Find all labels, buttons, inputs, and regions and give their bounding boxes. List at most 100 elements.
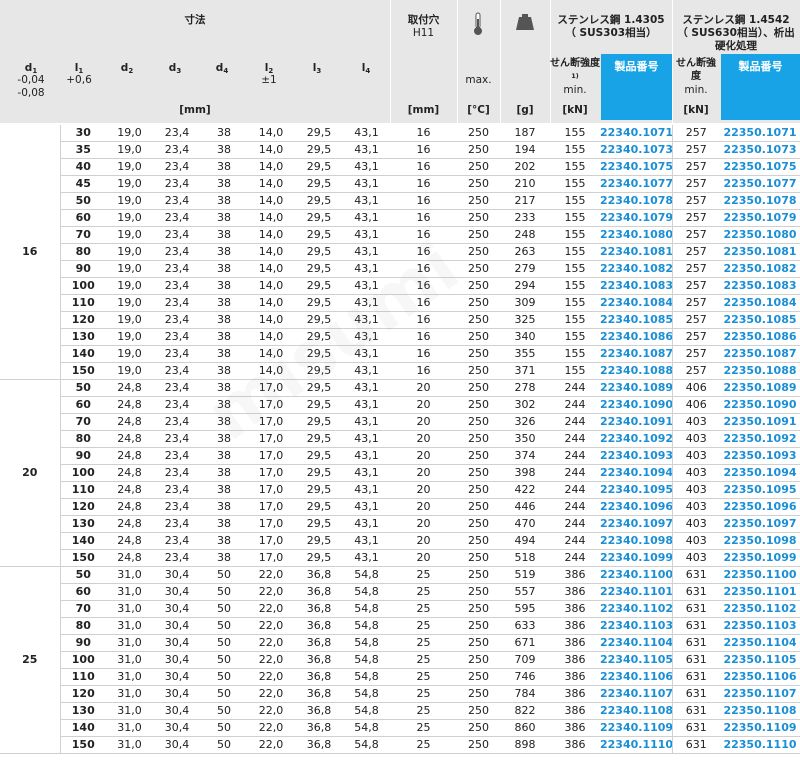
cell-hole: 20 <box>390 379 457 397</box>
cell-weight: 263 <box>500 243 550 261</box>
cell-l1: 45 <box>60 175 106 193</box>
cell-shear-1: 244 <box>550 396 600 414</box>
cell-d4: 38 <box>201 413 247 431</box>
cell-l2: 14,0 <box>247 311 295 329</box>
cell-shear-1: 155 <box>550 209 600 227</box>
cell-d2: 19,0 <box>106 311 153 329</box>
cell-l1: 60 <box>60 209 106 227</box>
table-row: 110 24,8 23,4 38 17,0 29,5 43,1 20 250 422 244 2234… <box>0 481 800 499</box>
cell-part-no-2: 22350.1102 <box>720 600 800 618</box>
cell-d2: 24,8 <box>106 515 153 533</box>
cell-shear-2: 403 <box>671 549 720 567</box>
table-row: 80 31,0 30,4 50 22,0 36,8 54,8 25 250 633 386 22340… <box>0 617 800 635</box>
cell-part-no-2: 22350.1107 <box>720 685 800 703</box>
cell-l3: 29,5 <box>295 328 343 346</box>
cell-part-no-1: 22340.1099 <box>600 549 672 567</box>
cell-l4: 43,1 <box>343 532 390 550</box>
table-row: 35 19,0 23,4 38 14,0 29,5 43,1 16 250 194 155 22340… <box>0 141 800 159</box>
cell-max-temp: 250 <box>457 634 500 652</box>
cell-d3: 23,4 <box>153 311 201 329</box>
cell-l3: 29,5 <box>295 260 343 278</box>
cell-l1: 120 <box>60 685 106 703</box>
cell-d2: 24,8 <box>106 447 153 465</box>
cell-l4: 43,1 <box>343 125 390 142</box>
cell-shear-2: 257 <box>671 260 720 278</box>
cell-l4: 43,1 <box>343 447 390 465</box>
cell-l2: 17,0 <box>247 430 295 448</box>
cell-part-no-2: 22350.1078 <box>720 192 800 210</box>
cell-hole: 16 <box>390 243 457 261</box>
cell-l3: 36,8 <box>295 685 343 703</box>
cell-l1: 130 <box>60 515 106 533</box>
cell-d3: 23,4 <box>153 430 201 448</box>
cell-l3: 29,5 <box>295 396 343 414</box>
cell-shear-2: 631 <box>671 702 720 720</box>
cell-d3: 30,4 <box>153 651 201 669</box>
cell-shear-2: 631 <box>671 736 720 754</box>
cell-l1: 60 <box>60 583 106 601</box>
cell-l3: 29,5 <box>295 158 343 176</box>
table-row: 90 24,8 23,4 38 17,0 29,5 43,1 20 250 374 244 22340… <box>0 447 800 465</box>
cell-shear-1: 155 <box>550 277 600 295</box>
cell-max-temp: 250 <box>457 328 500 346</box>
cell-l4: 43,1 <box>343 226 390 244</box>
cell-d4: 38 <box>201 175 247 193</box>
cell-hole: 25 <box>390 736 457 754</box>
cell-l3: 36,8 <box>295 566 343 584</box>
cell-max-temp: 250 <box>457 209 500 227</box>
cell-d1: 20 <box>0 379 61 567</box>
cell-part-no-2: 22350.1080 <box>720 226 800 244</box>
cell-d2: 24,8 <box>106 549 153 567</box>
cell-part-no-2: 22350.1095 <box>720 481 800 499</box>
cell-shear-1: 244 <box>550 549 600 567</box>
cell-max-temp: 250 <box>457 498 500 516</box>
cell-weight: 860 <box>500 719 550 737</box>
table-row: 70 31,0 30,4 50 22,0 36,8 54,8 25 250 595 386 22340… <box>0 600 800 618</box>
cell-l1: 130 <box>60 702 106 720</box>
cell-shear-2: 257 <box>671 294 720 312</box>
cell-d3: 23,4 <box>153 532 201 550</box>
cell-d4: 50 <box>201 651 247 669</box>
cell-l4: 43,1 <box>343 260 390 278</box>
cell-part-no-2: 22350.1109 <box>720 719 800 737</box>
col-shear-2-min: min. <box>684 84 708 96</box>
cell-shear-1: 244 <box>550 481 600 499</box>
cell-l2: 14,0 <box>247 277 295 295</box>
cell-shear-1: 244 <box>550 447 600 465</box>
cell-shear-1: 155 <box>550 175 600 193</box>
cell-weight: 187 <box>500 125 550 142</box>
cell-l4: 43,1 <box>343 379 390 397</box>
cell-part-no-1: 22340.1108 <box>600 702 672 720</box>
cell-part-no-2: 22350.1097 <box>720 515 800 533</box>
cell-hole: 20 <box>390 481 457 499</box>
col-d1-tol-a: -0,04 <box>17 74 45 86</box>
cell-d4: 38 <box>201 209 247 227</box>
cell-l2: 17,0 <box>247 464 295 482</box>
cell-hole: 16 <box>390 345 457 363</box>
col-shear-1: せん断強度1) <box>550 58 600 80</box>
cell-hole: 20 <box>390 464 457 482</box>
cell-weight: 595 <box>500 600 550 618</box>
cell-hole: 16 <box>390 328 457 346</box>
cell-part-no-1: 22340.1077 <box>600 175 672 193</box>
cell-shear-2: 403 <box>671 481 720 499</box>
cell-l4: 54,8 <box>343 634 390 652</box>
col-shear-2: せん断強度 <box>676 58 716 82</box>
unit-mm: [mm] <box>179 104 211 116</box>
cell-d3: 30,4 <box>153 702 201 720</box>
cell-shear-1: 155 <box>550 158 600 176</box>
cell-l1: 140 <box>60 719 106 737</box>
cell-l4: 43,1 <box>343 243 390 261</box>
cell-d2: 31,0 <box>106 583 153 601</box>
cell-d3: 23,4 <box>153 379 201 397</box>
table-row: 90 19,0 23,4 38 14,0 29,5 43,1 16 250 279 155 22340… <box>0 260 800 278</box>
cell-hole: 16 <box>390 311 457 329</box>
cell-l1: 140 <box>60 345 106 363</box>
col-l2-tol: ±1 <box>261 74 277 86</box>
cell-d4: 38 <box>201 158 247 176</box>
cell-weight: 278 <box>500 379 550 397</box>
cell-part-no-1: 22340.1101 <box>600 583 672 601</box>
cell-d2: 19,0 <box>106 362 153 380</box>
cell-l4: 43,1 <box>343 192 390 210</box>
cell-l4: 54,8 <box>343 651 390 669</box>
